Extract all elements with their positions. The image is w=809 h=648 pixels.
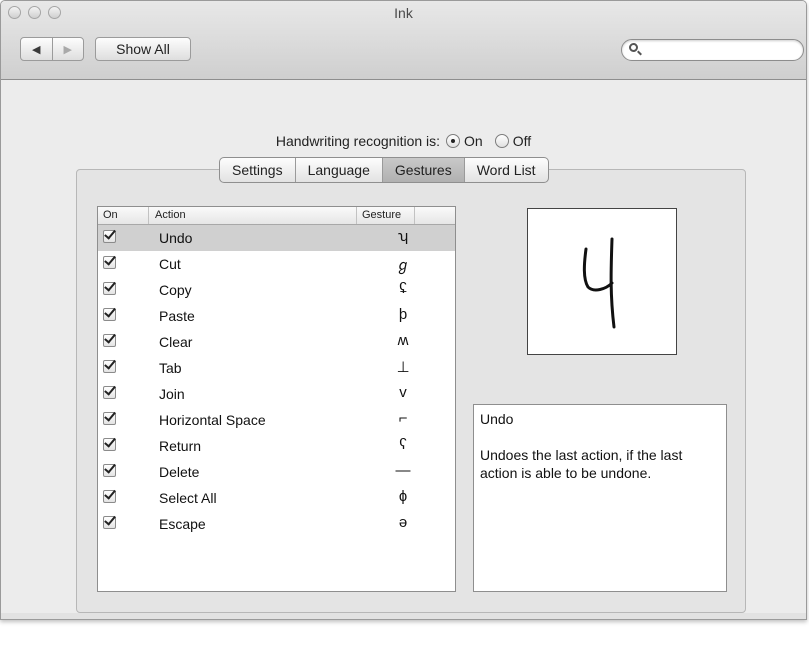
preferences-window: Ink ◀ ▶ Show All Handwriting recognition… — [0, 0, 807, 620]
recognition-off-radio[interactable]: Off — [494, 133, 532, 149]
tab-settings[interactable]: Settings — [220, 158, 295, 182]
gesture-preview — [527, 208, 677, 355]
gesture-glyph-icon: ⊥ — [396, 359, 410, 376]
gesture-glyph-icon: ⌐ — [398, 410, 408, 427]
enabled-checkbox[interactable] — [103, 438, 116, 451]
enabled-checkbox[interactable] — [103, 360, 116, 373]
enabled-checkbox[interactable] — [103, 516, 116, 529]
enabled-checkbox[interactable] — [103, 282, 116, 295]
action-label: Undo — [159, 230, 193, 246]
forward-button[interactable]: ▶ — [51, 38, 84, 60]
list-row-join[interactable]: Join v — [98, 381, 455, 407]
gesture-glyph-icon: — — [395, 462, 411, 479]
list-row-escape[interactable]: Escape ǝ — [98, 511, 455, 537]
gesture-glyph-icon: ℊ — [395, 257, 411, 274]
action-label: Tab — [159, 360, 182, 376]
gesture-glyph-icon: ǝ — [398, 514, 408, 531]
list-row-cut[interactable]: Cut ℊ — [98, 251, 455, 277]
action-label: Cut — [159, 256, 181, 272]
undo-gesture-icon — [582, 237, 616, 329]
history-nav: ◀ ▶ — [20, 37, 84, 61]
list-row-clear[interactable]: Clear ʍ — [98, 329, 455, 355]
gesture-list[interactable]: On Action Gesture Undo ʮ Cut ℊ Copy ʢ Pa… — [97, 206, 456, 592]
radio-off-indicator — [494, 134, 509, 148]
recognition-row: Handwriting recognition is: On Off — [1, 133, 806, 149]
enabled-checkbox[interactable] — [103, 490, 116, 503]
enabled-checkbox[interactable] — [103, 230, 116, 243]
action-label: Delete — [159, 464, 200, 480]
list-header: On Action Gesture — [98, 207, 455, 225]
action-label: Join — [159, 386, 185, 402]
recognition-label: Handwriting recognition is: — [275, 133, 441, 149]
header-on[interactable]: On — [103, 209, 118, 221]
description-title: Undo — [480, 411, 514, 427]
tab-language[interactable]: Language — [294, 158, 382, 182]
tab-gestures[interactable]: Gestures — [381, 158, 464, 182]
back-button[interactable]: ◀ — [21, 38, 52, 60]
radio-on-label: On — [464, 133, 483, 149]
description-body: Undoes the last action, if the last acti… — [480, 447, 683, 481]
list-row-tab[interactable]: Tab ⊥ — [98, 355, 455, 381]
gesture-glyph-icon: ʮ — [397, 228, 409, 245]
recognition-on-radio[interactable]: On — [446, 133, 483, 149]
list-row-select-all[interactable]: Select All ɸ — [98, 485, 455, 511]
action-label: Escape — [159, 516, 206, 532]
enabled-checkbox[interactable] — [103, 464, 116, 477]
header-divider — [356, 207, 357, 224]
action-label: Return — [159, 438, 202, 454]
action-label: Paste — [159, 308, 195, 324]
gesture-glyph-icon: ʍ — [397, 332, 409, 349]
gesture-glyph-icon: ʕ — [399, 436, 407, 453]
action-label: Select All — [159, 490, 217, 506]
gesture-glyph-icon: v — [399, 384, 407, 401]
list-row-return[interactable]: Return ʕ — [98, 433, 455, 459]
radio-on-indicator — [446, 134, 461, 148]
list-row-delete[interactable]: Delete — — [98, 459, 455, 485]
tab-bar: Settings Language Gestures Word List — [219, 157, 549, 183]
radio-off-label: Off — [512, 133, 532, 149]
tab-word-list[interactable]: Word List — [463, 158, 548, 182]
search-icon — [629, 43, 638, 52]
header-gesture[interactable]: Gesture — [362, 209, 401, 221]
gesture-description: Undo Undoes the last action, if the last… — [473, 404, 727, 592]
gesture-glyph-icon: ʢ — [399, 280, 407, 297]
list-row-horizontal-space[interactable]: Horizontal Space ⌐ — [98, 407, 455, 433]
enabled-checkbox[interactable] — [103, 412, 116, 425]
enabled-checkbox[interactable] — [103, 256, 116, 269]
action-label: Copy — [159, 282, 192, 298]
enabled-checkbox[interactable] — [103, 334, 116, 347]
list-row-undo[interactable]: Undo ʮ — [98, 225, 455, 251]
header-divider — [414, 207, 415, 224]
window-bottom-bar — [1, 613, 806, 619]
search-input[interactable] — [644, 41, 798, 61]
window-title: Ink — [394, 5, 413, 21]
search-field[interactable] — [621, 39, 804, 61]
header-divider — [148, 207, 149, 224]
action-label: Clear — [159, 334, 193, 350]
gesture-glyph-icon: þ — [398, 306, 408, 323]
title-bar: Ink ◀ ▶ Show All — [1, 1, 806, 80]
header-action[interactable]: Action — [155, 209, 186, 221]
show-all-button[interactable]: Show All — [95, 37, 191, 61]
enabled-checkbox[interactable] — [103, 386, 116, 399]
gesture-glyph-icon: ɸ — [398, 488, 408, 505]
list-row-paste[interactable]: Paste þ — [98, 303, 455, 329]
enabled-checkbox[interactable] — [103, 308, 116, 321]
action-label: Horizontal Space — [159, 412, 266, 428]
list-row-copy[interactable]: Copy ʢ — [98, 277, 455, 303]
